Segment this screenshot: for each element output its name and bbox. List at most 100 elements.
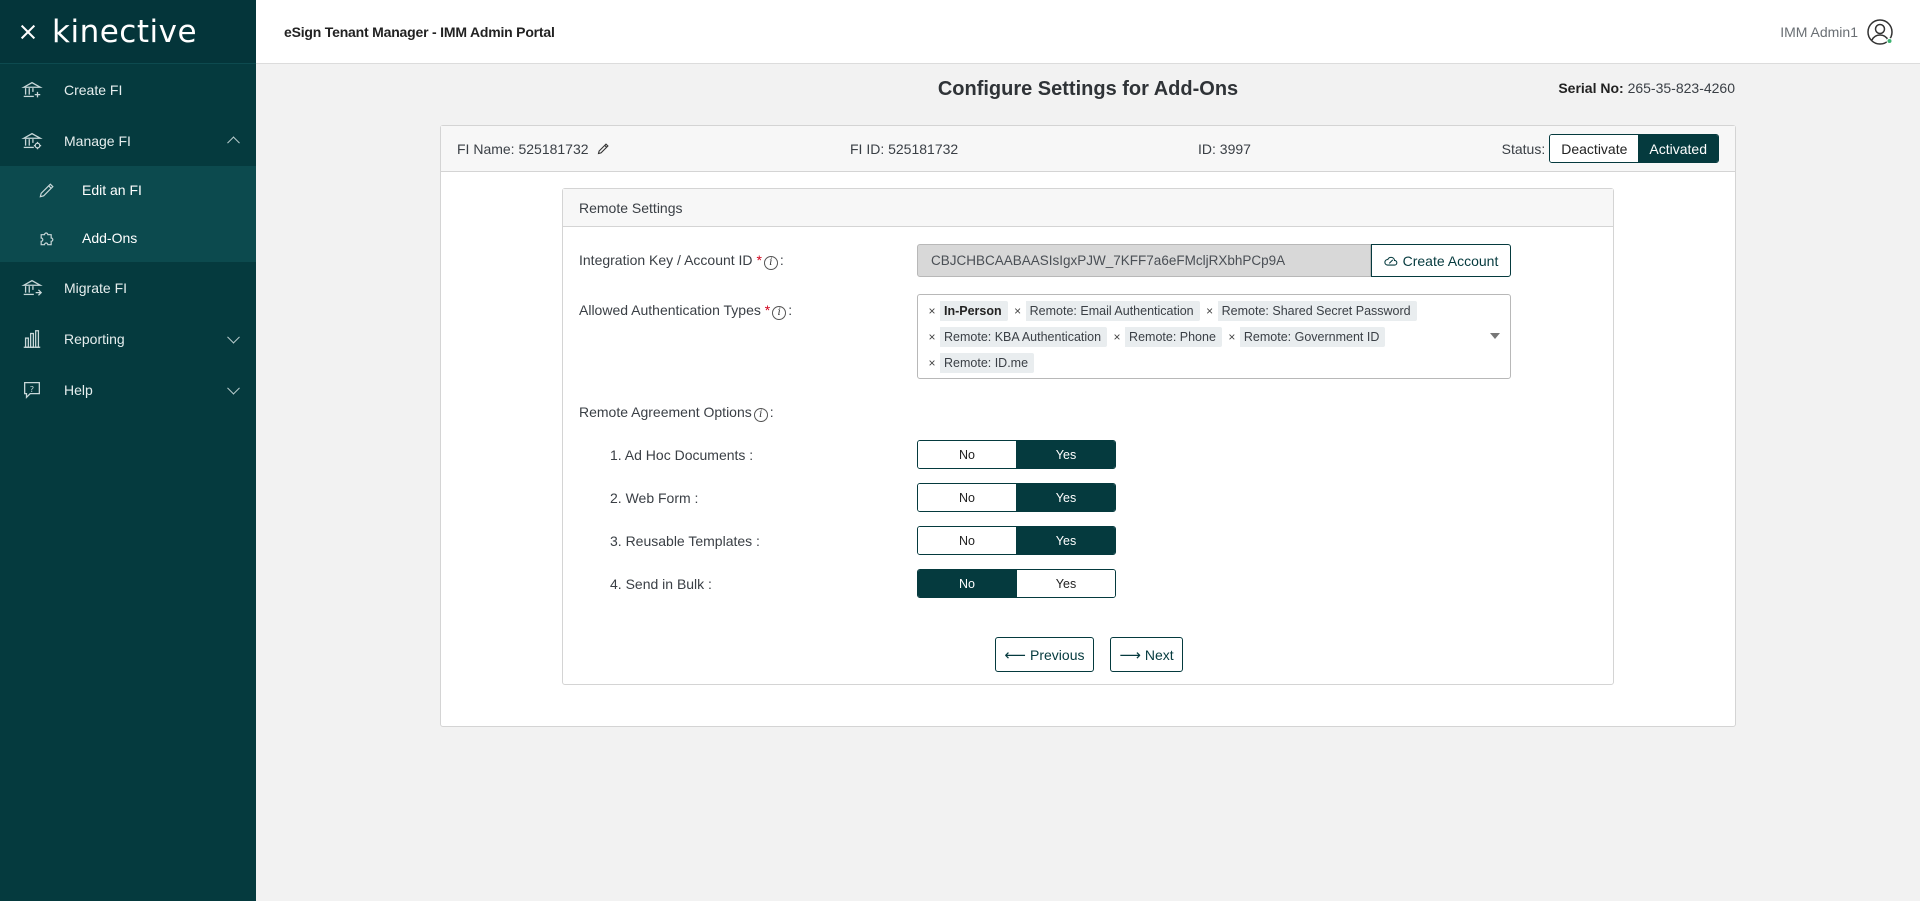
info-icon[interactable]: i (753, 408, 768, 422)
sidebar-item-edit-an-fi[interactable]: Edit an FI (0, 166, 256, 214)
remove-chip-icon[interactable]: × (1201, 301, 1218, 321)
serial-label: Serial No: (1558, 80, 1624, 96)
reusable-templates-yes-button[interactable]: Yes (1016, 527, 1115, 554)
serial-number: Serial No: 265-35-823-4260 (1558, 80, 1735, 96)
user-menu[interactable]: IMM Admin1 (1780, 18, 1894, 46)
close-icon[interactable] (18, 22, 38, 42)
required-asterisk: * (756, 252, 762, 268)
status-label: Status: (1501, 140, 1546, 157)
web-form-yes-button[interactable]: Yes (1016, 484, 1115, 511)
chevron-up-icon (227, 135, 240, 149)
chip-label: Remote: Government ID (1243, 330, 1380, 344)
top-bar: eSign Tenant Manager - IMM Admin Portal … (256, 0, 1920, 64)
integration-key-field[interactable]: CBJCHBCAABAASIsIgxPJW_7KFF7a6eFMcljRXbhP… (917, 244, 1371, 277)
sidebar-item-label: Migrate FI (64, 279, 128, 296)
remove-chip-icon[interactable]: × (924, 301, 940, 321)
sidebar-item-reporting[interactable]: Reporting (0, 313, 256, 364)
status-toggle: Deactivate Activated (1549, 134, 1719, 163)
remove-chip-icon[interactable]: × (924, 327, 940, 347)
remove-chip-icon[interactable]: × (1109, 327, 1126, 347)
fi-name-text: FI Name: 525181732 (457, 141, 589, 157)
auth-types-label: Allowed Authentication Types * i: (579, 302, 793, 320)
puzzle-icon (36, 227, 58, 249)
ad-hoc-documents-toggle: No Yes (917, 440, 1116, 469)
chip-label: Remote: Phone (1129, 330, 1216, 344)
remote-settings-panel: Remote Settings Integration Key / Accoun… (562, 188, 1614, 685)
activated-button[interactable]: Activated (1638, 135, 1718, 162)
remove-chip-icon[interactable]: × (1009, 301, 1026, 321)
bank-gear-icon (20, 129, 44, 153)
sidebar-item-manage-fi[interactable]: Manage FI (0, 115, 256, 166)
deactivate-button[interactable]: Deactivate (1550, 135, 1639, 162)
auth-chip-shared-secret: × Remote: Shared Secret Password (1201, 301, 1417, 321)
sidebar-item-migrate-fi[interactable]: Migrate FI (0, 262, 256, 313)
fi-name: FI Name: 525181732 (457, 141, 610, 157)
auth-chip-phone: × Remote: Phone (1109, 327, 1222, 347)
remove-chip-icon[interactable]: × (1223, 327, 1240, 347)
bar-chart-icon (20, 327, 44, 351)
fi-id: FI ID: 525181732 (850, 141, 959, 157)
info-icon[interactable]: i (763, 256, 778, 270)
reusable-templates-no-button[interactable]: No (918, 527, 1016, 554)
fi-settings-card: FI Name: 525181732 FI ID: 525181732 ID: … (440, 125, 1736, 727)
bank-arrow-icon (20, 276, 44, 300)
web-form-no-button[interactable]: No (918, 484, 1016, 511)
create-account-button[interactable]: Create Account (1371, 244, 1511, 277)
arrow-right-icon: ⟶ (1119, 646, 1141, 664)
chip-label: In-Person (944, 304, 1002, 318)
chip-label: Remote: Shared Secret Password (1221, 304, 1411, 318)
send-in-bulk-yes-button[interactable]: Yes (1016, 570, 1115, 597)
fi-info-header: FI Name: 525181732 FI ID: 525181732 ID: … (441, 126, 1735, 172)
sidebar-item-add-ons[interactable]: Add-Ons (0, 214, 256, 262)
chip-label: Remote: KBA Authentication (944, 330, 1102, 344)
sidebar-item-label: Reporting (64, 330, 125, 347)
integration-key-label-text: Integration Key / Account ID (579, 252, 753, 268)
pencil-icon (36, 179, 58, 201)
chip-label: Remote: Email Authentication (1029, 304, 1194, 318)
option-reusable-templates-label: 3. Reusable Templates : (610, 533, 760, 549)
option-send-in-bulk-label: 4. Send in Bulk : (610, 576, 712, 592)
agreement-options-label: Remote Agreement Options i: (579, 404, 774, 422)
manage-fi-submenu: Edit an FI Add-Ons (0, 166, 256, 262)
chevron-down-icon (227, 381, 240, 395)
previous-button[interactable]: ⟵ Previous (995, 637, 1094, 672)
remove-chip-icon[interactable]: × (924, 353, 940, 373)
help-bubble-icon: ? (20, 378, 44, 402)
create-account-label: Create Account (1402, 252, 1499, 269)
next-label: Next (1144, 646, 1174, 663)
sidebar-item-create-fi[interactable]: Create FI (0, 64, 256, 115)
kinective-logo: kinective (52, 13, 198, 50)
dropdown-caret-icon[interactable] (1490, 333, 1500, 339)
option-web-form-label: 2. Web Form : (610, 490, 699, 506)
sidebar-header: kinective (0, 0, 256, 64)
svg-text:?: ? (30, 383, 34, 393)
edit-pencil-icon[interactable] (596, 141, 610, 155)
sidebar-item-help[interactable]: ? Help (0, 364, 256, 415)
auth-chip-email: × Remote: Email Authentication (1009, 301, 1200, 321)
auth-chip-id-me: × Remote: ID.me (924, 353, 1035, 373)
chip-label: Remote: ID.me (944, 356, 1029, 370)
next-button[interactable]: ⟶ Next (1110, 637, 1183, 672)
bank-plus-icon (20, 78, 44, 102)
info-icon[interactable]: i (772, 306, 787, 320)
sidebar-subitem-label: Add-Ons (82, 230, 138, 246)
auth-chip-kba: × Remote: KBA Authentication (924, 327, 1108, 347)
user-avatar-icon[interactable] (1866, 18, 1894, 46)
agreement-options-label-text: Remote Agreement Options (579, 404, 752, 420)
chevron-down-icon (227, 330, 240, 344)
cloud-edit-icon (1384, 256, 1397, 266)
serial-value: 265-35-823-4260 (1627, 80, 1735, 96)
auth-chip-government-id: × Remote: Government ID (1223, 327, 1386, 347)
ad-hoc-yes-button[interactable]: Yes (1016, 441, 1115, 468)
status-control: Status: Deactivate Activated (1502, 134, 1719, 163)
send-in-bulk-no-button[interactable]: No (918, 570, 1016, 597)
auth-types-multiselect[interactable]: × In-Person × Remote: Email Authentication ×… (917, 294, 1511, 379)
required-asterisk: * (764, 302, 771, 318)
ad-hoc-no-button[interactable]: No (918, 441, 1016, 468)
auth-chip-in-person: × In-Person (924, 301, 1008, 321)
user-name: IMM Admin1 (1780, 24, 1858, 40)
sidebar-item-label: Manage FI (64, 132, 131, 149)
auth-types-label-text: Allowed Authentication Types (579, 302, 761, 318)
previous-label: Previous (1030, 646, 1085, 663)
reusable-templates-toggle: No Yes (917, 526, 1116, 555)
